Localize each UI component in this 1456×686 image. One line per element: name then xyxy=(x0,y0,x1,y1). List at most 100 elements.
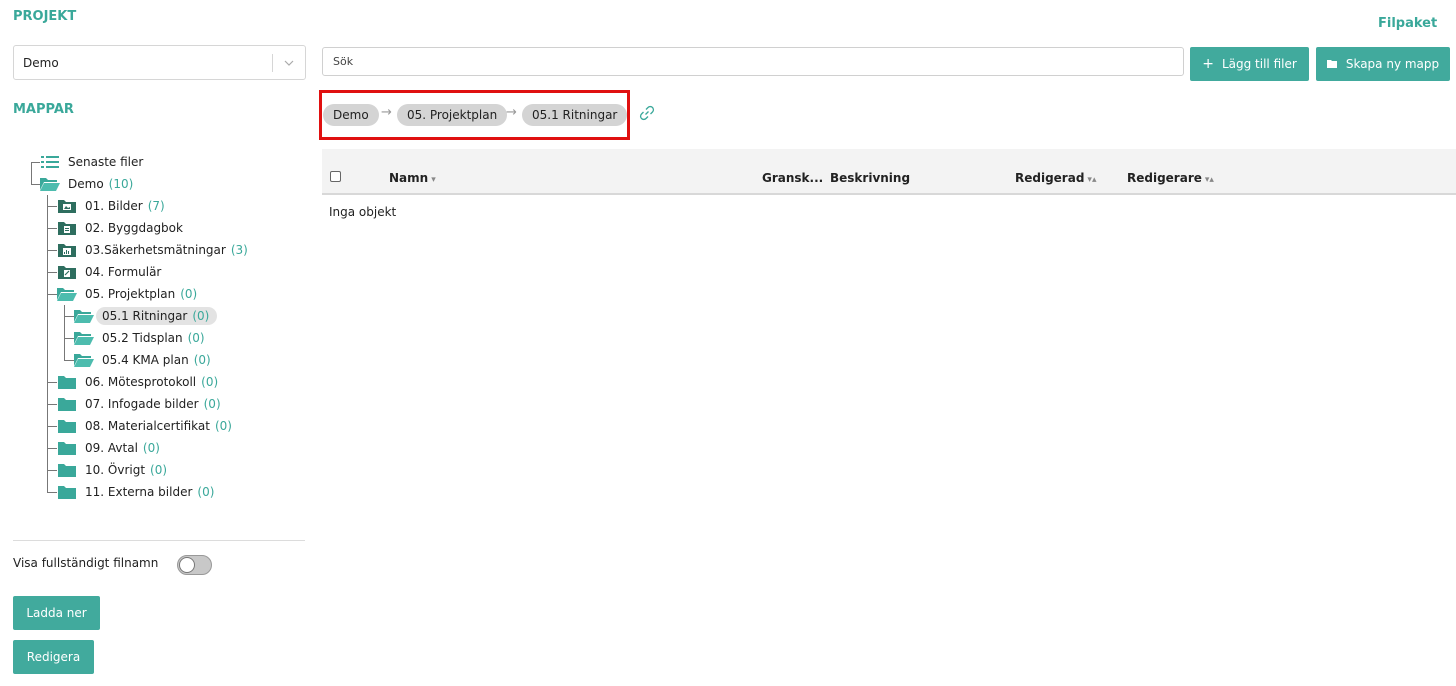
tree-item-count: (7) xyxy=(147,199,165,213)
tree-item-label: 07. Infogade bilder xyxy=(85,397,199,411)
tree-line xyxy=(64,338,74,339)
folders-label: MAPPAR xyxy=(13,102,74,117)
column-header-editor[interactable]: Redigerare ▾▴ xyxy=(1127,171,1214,185)
project-select[interactable]: Demo xyxy=(13,45,306,80)
folder-open-icon xyxy=(74,330,94,346)
folder-open-icon xyxy=(74,308,94,324)
tree-item-count: (0) xyxy=(187,331,205,345)
column-header-review[interactable]: Gransk... xyxy=(762,171,823,185)
search-input[interactable] xyxy=(322,47,1184,76)
arrow-right-icon: → xyxy=(381,105,392,120)
empty-table-message: Inga objekt xyxy=(329,205,397,219)
tree-item-projektplan[interactable]: 05. Projektplan (0) xyxy=(57,283,197,305)
folder-icon xyxy=(1326,60,1337,68)
image-folder-icon xyxy=(57,198,77,214)
project-label: PROJEKT xyxy=(13,9,77,24)
add-files-label: Lägg till filer xyxy=(1221,57,1297,71)
edit-button[interactable]: Redigera xyxy=(13,640,94,674)
tree-line xyxy=(47,492,57,493)
download-button[interactable]: Ladda ner xyxy=(13,596,100,630)
tree-item-sakerhetsmatningar[interactable]: 03.Säkerhetsmätningar (3) xyxy=(57,239,248,261)
tree-item-externa-bilder[interactable]: 11. Externa bilder (0) xyxy=(57,481,214,503)
select-all-checkbox[interactable] xyxy=(330,171,341,182)
tree-item-ovrigt[interactable]: 10. Övrigt (0) xyxy=(57,459,167,481)
tree-item-materialcertifikat[interactable]: 08. Materialcertifikat (0) xyxy=(57,415,232,437)
tree-line xyxy=(47,470,57,471)
tree-line xyxy=(47,448,57,449)
column-header-name[interactable]: Namn ▾ xyxy=(389,171,436,185)
tree-item-infogade-bilder[interactable]: 07. Infogade bilder (0) xyxy=(57,393,221,415)
tree-item-count: (0) xyxy=(180,287,198,301)
document-folder-icon xyxy=(57,220,77,236)
tree-line xyxy=(47,294,57,295)
tree-item-label: 08. Materialcertifikat xyxy=(85,419,210,433)
tree-item-avtal[interactable]: 09. Avtal (0) xyxy=(57,437,160,459)
tree-item-demo[interactable]: Demo (10) xyxy=(40,173,133,195)
list-icon xyxy=(40,154,60,170)
tree-item-label: 05.2 Tidsplan xyxy=(102,331,183,345)
folder-icon xyxy=(57,374,77,390)
tree-line xyxy=(47,382,57,383)
tree-item-count: (0) xyxy=(197,485,215,499)
tree-item-label: 03.Säkerhetsmätningar xyxy=(85,243,226,257)
tree-item-bilder[interactable]: 01. Bilder (7) xyxy=(57,195,165,217)
folder-open-icon xyxy=(57,286,77,302)
tree-line xyxy=(31,162,32,185)
sidebar-divider xyxy=(13,540,305,541)
form-folder-icon xyxy=(57,264,77,280)
column-header-description[interactable]: Beskrivning xyxy=(830,171,910,185)
folder-icon xyxy=(57,484,77,500)
tree-item-label: 09. Avtal xyxy=(85,441,138,455)
tree-item-motesprotokoll[interactable]: 06. Mötesprotokoll (0) xyxy=(57,371,218,393)
tree-item-count: (3) xyxy=(230,243,248,257)
plus-icon: + xyxy=(1202,56,1214,72)
tree-item-label: 11. Externa bilder xyxy=(85,485,193,499)
chart-folder-icon xyxy=(57,242,77,258)
tree-item-count: (0) xyxy=(201,375,219,389)
tree-line xyxy=(47,272,57,273)
breadcrumb-item-demo[interactable]: Demo xyxy=(323,104,379,126)
tree-item-count: (0) xyxy=(214,419,232,433)
tree-line xyxy=(47,250,57,251)
tree-item-ritningar[interactable]: 05.1 Ritningar (0) xyxy=(74,305,218,327)
tree-item-label: 01. Bilder xyxy=(85,199,143,213)
tree-line xyxy=(31,184,40,185)
tree-item-count: (10) xyxy=(108,177,134,191)
tree-item-label: Demo xyxy=(68,177,104,191)
link-icon[interactable] xyxy=(639,105,655,124)
new-folder-button[interactable]: Skapa ny mapp xyxy=(1316,47,1450,81)
tree-item-label: 02. Byggdagbok xyxy=(85,221,183,235)
tree-item-byggdagbok[interactable]: 02. Byggdagbok xyxy=(57,217,183,239)
tree-item-formular[interactable]: 04. Formulär xyxy=(57,261,161,283)
folder-open-icon xyxy=(40,176,60,192)
tree-item-kma-plan[interactable]: 05.4 KMA plan (0) xyxy=(74,349,211,371)
folder-icon xyxy=(57,396,77,412)
tree-line xyxy=(31,162,40,163)
column-header-edited[interactable]: Redigerad ▾▴ xyxy=(1015,171,1096,185)
tree-item-label: 05.1 Ritningar xyxy=(102,309,188,323)
tree-item-count: (0) xyxy=(193,353,211,367)
project-select-value: Demo xyxy=(23,55,59,70)
tree-item-count: (0) xyxy=(142,441,160,455)
tree-item-count: (0) xyxy=(203,397,221,411)
tree-item-count: (0) xyxy=(150,463,168,477)
breadcrumb-item-projektplan[interactable]: 05. Projektplan xyxy=(397,104,508,126)
breadcrumb-item-ritningar[interactable]: 05.1 Ritningar xyxy=(522,104,628,126)
tree-item-label: 04. Formulär xyxy=(85,265,162,279)
chevron-down-icon[interactable] xyxy=(273,60,305,66)
full-filename-toggle[interactable] xyxy=(177,555,212,575)
tree-line xyxy=(64,316,74,317)
tree-item-recent-files[interactable]: Senaste filer xyxy=(40,151,143,173)
tree-line xyxy=(47,228,57,229)
full-filename-toggle-label: Visa fullständigt filnamn xyxy=(13,556,159,570)
toggle-knob xyxy=(179,557,195,573)
folder-icon xyxy=(57,418,77,434)
tree-item-tidsplan[interactable]: 05.2 Tidsplan (0) xyxy=(74,327,205,349)
add-files-button[interactable]: + Lägg till filer xyxy=(1190,47,1309,81)
tree-item-label: 05.4 KMA plan xyxy=(102,353,189,367)
filpaket-link[interactable]: Filpaket xyxy=(1378,16,1437,31)
tree-line xyxy=(47,206,57,207)
tree-line xyxy=(47,426,57,427)
arrow-right-icon: → xyxy=(506,105,517,120)
folder-open-icon xyxy=(74,352,94,368)
